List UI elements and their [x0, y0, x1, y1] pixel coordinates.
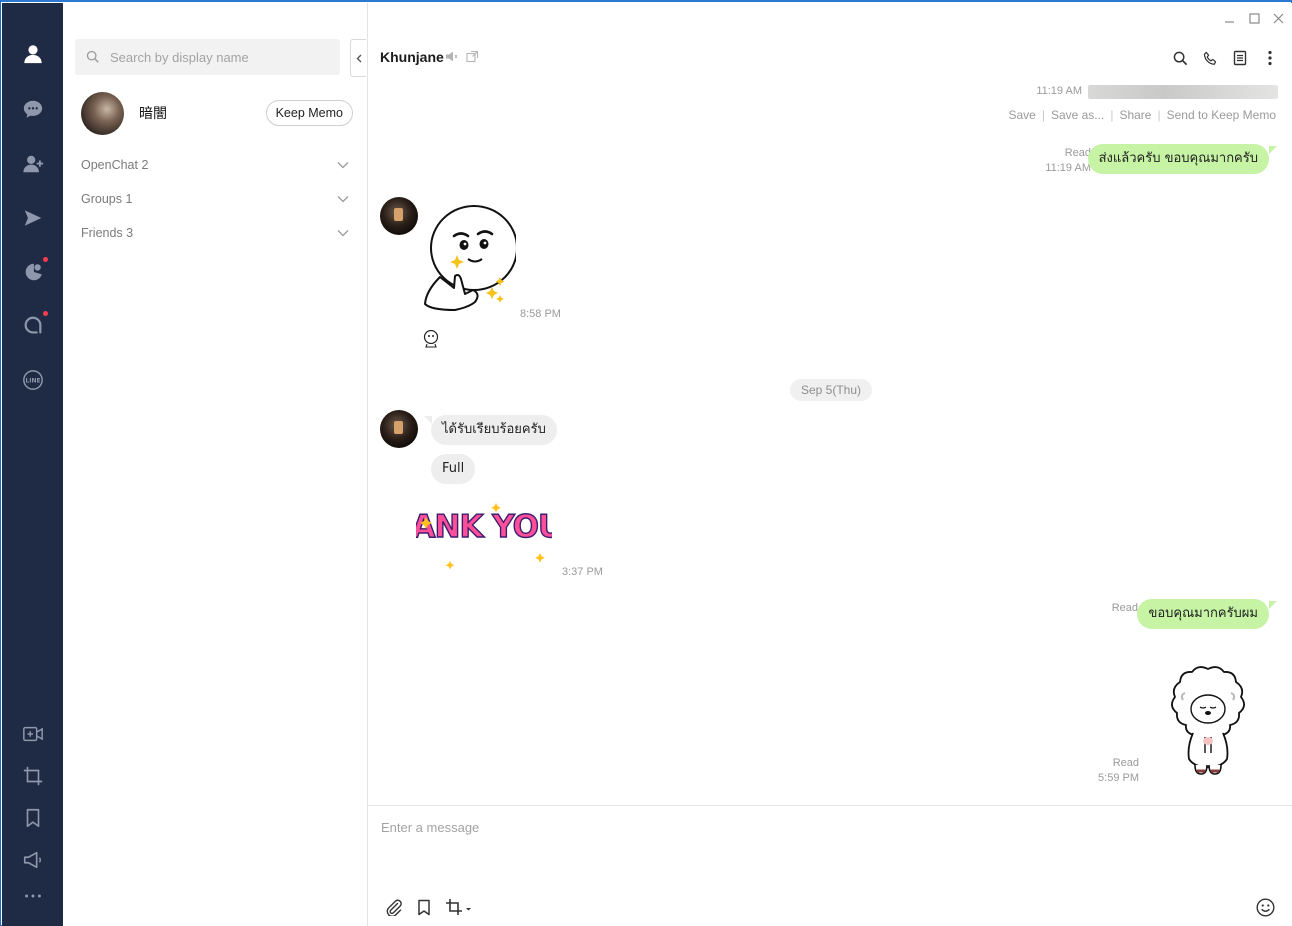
group-label: Friends 3: [81, 226, 134, 240]
title-icons: [445, 50, 479, 63]
message-time: 5:59 PM: [1098, 772, 1139, 784]
save-as-link[interactable]: Save as...: [1051, 108, 1104, 122]
chat-toolbar: [1172, 49, 1278, 67]
person-icon[interactable]: [20, 41, 46, 67]
group-label: OpenChat 2: [81, 158, 149, 172]
video-call-icon[interactable]: [20, 721, 46, 747]
search-icon[interactable]: [1172, 49, 1188, 67]
avatar[interactable]: [81, 91, 124, 135]
message-time: 11:19 AM: [1036, 85, 1082, 97]
save-link[interactable]: Save: [1008, 108, 1035, 122]
chat-icon[interactable]: [20, 96, 46, 122]
message-input[interactable]: [381, 820, 1261, 880]
my-profile[interactable]: 暗闇 Keep Memo: [81, 91, 353, 135]
chevron-left-icon: [356, 54, 361, 62]
more-vertical-icon[interactable]: [1262, 49, 1278, 67]
search-icon: [86, 50, 99, 63]
message-bubble-sent[interactable]: ขอบคุณมากครับผม: [1137, 599, 1269, 629]
message-status: Read 5:59 PM: [1058, 756, 1139, 786]
sticker-sheep-bow[interactable]: [1167, 663, 1249, 779]
group-openchat[interactable]: OpenChat 2: [81, 155, 349, 175]
chat-title[interactable]: Khunjane: [380, 49, 444, 65]
minimize-icon[interactable]: [1222, 11, 1236, 25]
timeline-icon[interactable]: [20, 259, 46, 285]
phone-icon[interactable]: [1202, 49, 1218, 67]
chevron-down-icon: [337, 230, 349, 237]
shared-image[interactable]: [1088, 85, 1278, 99]
add-friend-icon[interactable]: [20, 151, 46, 177]
share-link[interactable]: Share: [1119, 108, 1151, 122]
keep-memo-button[interactable]: Keep Memo: [265, 100, 353, 126]
message-bubble-received[interactable]: ได้รับเรียบร้อยครับ: [431, 415, 557, 445]
mute-icon[interactable]: [445, 50, 458, 63]
avatar[interactable]: [380, 410, 418, 448]
bubble-tail: [1269, 146, 1277, 154]
line-logo-icon[interactable]: LINE: [20, 367, 46, 393]
attach-icon[interactable]: [384, 897, 404, 917]
message-time: 11:19 AM: [1045, 162, 1091, 174]
read-receipt: Read: [1064, 147, 1091, 159]
message-status: Read 11:19 AM: [1008, 146, 1091, 176]
friends-panel: 暗闇 Keep Memo OpenChat 2 Groups 1 Friends…: [63, 3, 368, 926]
nav-rail: LINE: [2, 3, 63, 926]
chevron-down-icon: [337, 162, 349, 169]
message-bubble-received[interactable]: Full: [431, 454, 476, 484]
keep-bookmark-icon[interactable]: [414, 897, 434, 917]
bubble-tail: [1269, 601, 1277, 609]
more-icon[interactable]: [20, 883, 46, 909]
notification-dot: [43, 311, 48, 316]
avatar[interactable]: [380, 197, 418, 235]
close-icon[interactable]: [1271, 11, 1285, 25]
message-bubble-sent[interactable]: ส่งแล้วครับ ขอบคุณมากครับ: [1087, 144, 1269, 174]
group-groups[interactable]: Groups 1: [81, 189, 349, 209]
bookmark-icon[interactable]: [20, 805, 46, 831]
group-friends[interactable]: Friends 3: [81, 223, 349, 243]
search-input[interactable]: [110, 49, 330, 65]
sticker-brown-thinking[interactable]: [420, 203, 518, 319]
svg-text:LINE: LINE: [25, 377, 40, 384]
notification-dot: [43, 257, 48, 262]
announcement-icon[interactable]: [20, 847, 46, 873]
sticker-thank-you[interactable]: THANK YOU!!!: [366, 499, 603, 579]
send-to-keep-memo-link[interactable]: Send to Keep Memo: [1167, 108, 1276, 122]
today-icon[interactable]: [20, 313, 46, 339]
bubble-tail: [424, 416, 432, 424]
read-receipt: Read: [1112, 757, 1139, 769]
profile-name: 暗闇: [139, 105, 167, 121]
search-box[interactable]: [75, 39, 340, 75]
group-label: Groups 1: [81, 192, 133, 206]
app-window: LINE 暗闇 Keep Memo: [0, 0, 1292, 926]
image-actions: Save | Save as... | Share | Send to Keep Me…: [1008, 108, 1276, 122]
maximize-icon[interactable]: [1247, 11, 1261, 25]
screenshot-icon[interactable]: [444, 897, 474, 917]
message-composer: [368, 805, 1292, 926]
collapse-panel-button[interactable]: [350, 39, 366, 77]
sticker-preview-icon[interactable]: [423, 329, 439, 348]
sticker-text: THANK YOU!!!: [416, 509, 552, 545]
play-icon[interactable]: [20, 205, 46, 231]
notes-icon[interactable]: [1232, 49, 1248, 67]
read-receipt: Read: [1111, 602, 1138, 614]
emoji-icon[interactable]: [1255, 897, 1275, 917]
message-time: 3:37 PM: [562, 566, 603, 578]
open-window-icon[interactable]: [466, 50, 479, 63]
crop-icon[interactable]: [20, 763, 46, 789]
chevron-down-icon: [337, 196, 349, 203]
chat-room: Khunjane 11:19 AM Save | Save as... | Sh…: [366, 3, 1292, 926]
message-time: 8:58 PM: [520, 308, 561, 320]
date-separator: Sep 5(Thu): [790, 379, 873, 401]
